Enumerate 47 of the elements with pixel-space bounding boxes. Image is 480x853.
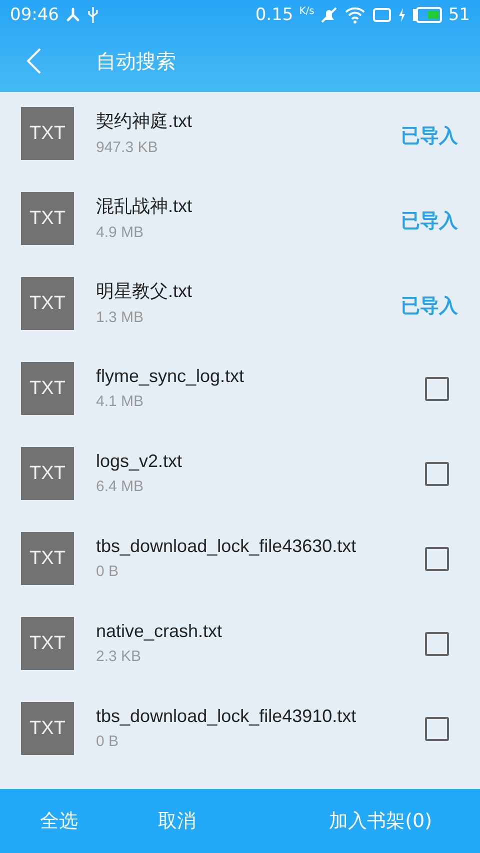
bottom-bar-button[interactable]: 取消 bbox=[158, 804, 196, 838]
file-name: 混乱战神.txt bbox=[96, 195, 192, 218]
file-size: 0 B bbox=[96, 732, 119, 750]
checkbox[interactable] bbox=[425, 716, 449, 740]
file-size: 4.9 MB bbox=[96, 224, 144, 241]
page-title: 自动搜索 bbox=[96, 48, 176, 74]
bottom-bar-button[interactable]: 全选 bbox=[40, 804, 78, 838]
screen-icon bbox=[372, 7, 392, 23]
file-size: 947.3 KB bbox=[96, 139, 158, 156]
txt-file-icon: TXT bbox=[21, 192, 74, 245]
file-name: logs_v2.txt bbox=[96, 450, 182, 472]
file-name: 明星教父.txt bbox=[96, 280, 192, 303]
txt-file-icon: TXT bbox=[21, 107, 74, 160]
txt-file-icon: TXT bbox=[21, 362, 74, 415]
imported-label: 已导入 bbox=[401, 209, 458, 234]
file-name: native_crash.txt bbox=[96, 620, 222, 642]
txt-file-icon: TXT bbox=[21, 702, 74, 755]
checkbox[interactable] bbox=[425, 462, 449, 486]
file-name: tbs_download_lock_file43910.txt bbox=[96, 706, 356, 726]
battery-level: 51 bbox=[448, 5, 470, 25]
speed-unit: K/s bbox=[299, 6, 314, 17]
txt-file-icon: TXT bbox=[21, 447, 74, 500]
usb-icon bbox=[87, 6, 99, 24]
network-speed: 0.15 bbox=[255, 5, 294, 25]
bottom-bar-button[interactable]: 加入书架(0) bbox=[329, 804, 432, 838]
file-name: flyme_sync_log.txt bbox=[96, 366, 244, 386]
file-name: tbs_download_lock_file43630.txt bbox=[96, 536, 356, 556]
muted-bell-icon bbox=[320, 6, 338, 24]
share-icon bbox=[65, 7, 81, 23]
file-size: 6.4 MB bbox=[96, 478, 144, 494]
status-time: 09:46 bbox=[10, 5, 59, 25]
checkbox[interactable] bbox=[425, 546, 449, 570]
file-name: 契约神庭.txt bbox=[96, 110, 192, 133]
battery-icon bbox=[412, 7, 442, 23]
imported-label: 已导入 bbox=[401, 294, 458, 319]
checkbox[interactable] bbox=[425, 632, 449, 656]
txt-file-icon: TXT bbox=[21, 532, 74, 585]
file-size: 1.3 MB bbox=[96, 309, 144, 326]
checkbox[interactable] bbox=[425, 376, 449, 400]
file-size: 0 B bbox=[96, 562, 119, 580]
txt-file-icon: TXT bbox=[21, 617, 74, 670]
charging-icon bbox=[398, 7, 406, 23]
file-size: 4.1 MB bbox=[96, 392, 144, 410]
wifi-icon bbox=[344, 6, 366, 24]
txt-file-icon: TXT bbox=[21, 277, 74, 330]
imported-label: 已导入 bbox=[401, 124, 458, 149]
file-size: 2.3 KB bbox=[96, 648, 142, 664]
